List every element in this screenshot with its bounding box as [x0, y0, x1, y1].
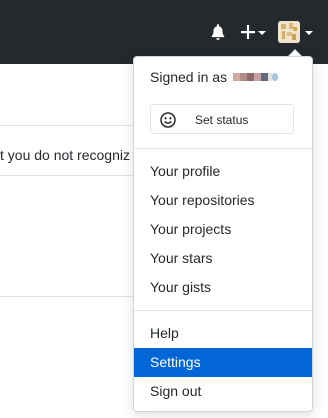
username-redacted: [233, 73, 279, 81]
smiley-icon: [160, 112, 176, 128]
signed-in-header: Signed in as: [150, 69, 279, 85]
menu-item-your-repositories[interactable]: Your repositories: [134, 186, 312, 215]
divider: [134, 310, 312, 311]
menu-item-sign-out[interactable]: Sign out: [134, 377, 312, 406]
menu-item-your-gists[interactable]: Your gists: [134, 273, 312, 302]
create-new-button[interactable]: [239, 22, 267, 42]
menu-item-your-stars[interactable]: Your stars: [134, 244, 312, 273]
menu-item-help[interactable]: Help: [134, 319, 312, 348]
bell-icon[interactable]: [209, 23, 227, 41]
set-status-button[interactable]: Set status: [150, 104, 294, 134]
notice-text: t you do not recogniz: [0, 147, 130, 163]
avatar: [278, 21, 300, 43]
divider: [0, 296, 133, 297]
user-dropdown-menu: Signed in as Set status Your profile You…: [133, 56, 313, 412]
chevron-down-icon: [305, 31, 313, 35]
plus-icon: [241, 25, 266, 39]
top-header: [0, 0, 328, 64]
set-status-label: Set status: [195, 113, 249, 127]
menu-item-your-projects[interactable]: Your projects: [134, 215, 312, 244]
divider: [0, 125, 133, 126]
divider: [134, 148, 312, 149]
menu-item-your-profile[interactable]: Your profile: [134, 157, 312, 186]
signed-in-label: Signed in as: [150, 69, 228, 85]
user-menu-button[interactable]: [278, 20, 318, 44]
divider: [0, 175, 133, 176]
menu-item-settings[interactable]: Settings: [134, 348, 312, 377]
